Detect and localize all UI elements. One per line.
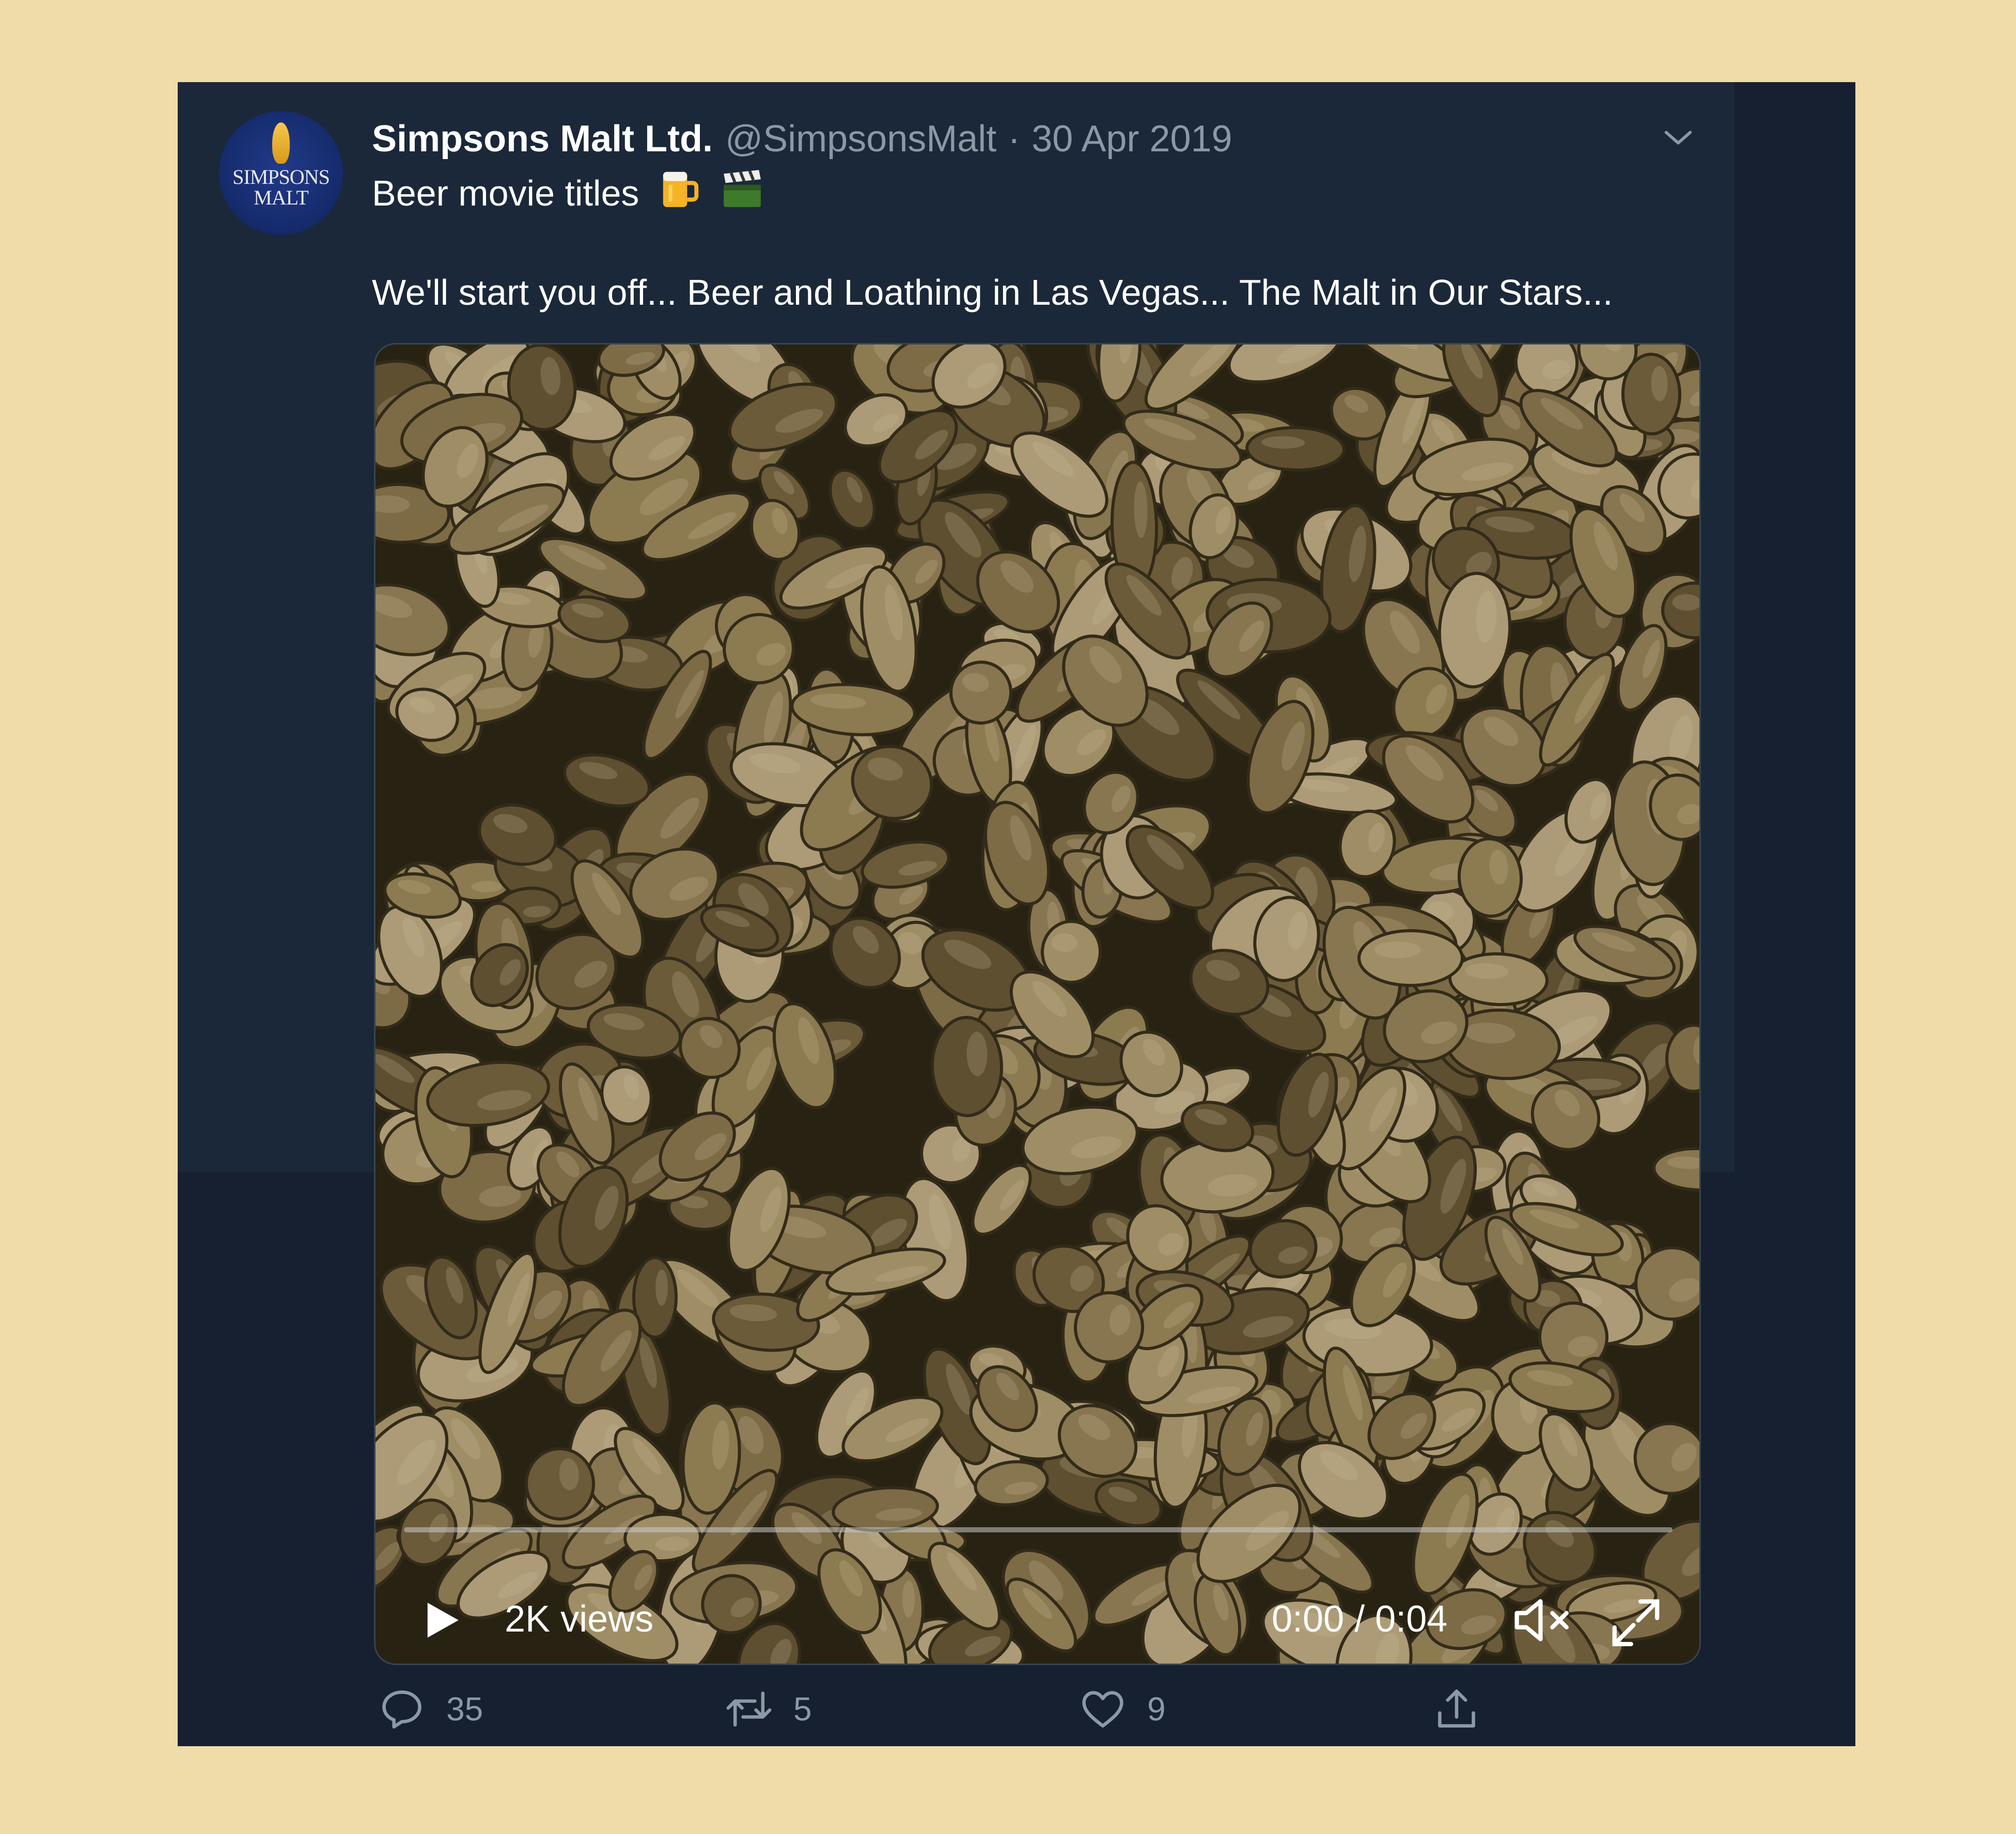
video-time: 0:00 / 0:04 <box>1272 1598 1448 1640</box>
separator-dot: · <box>1008 118 1021 160</box>
reply-count: 35 <box>446 1690 483 1728</box>
tweet-text: Beer movie titles <box>372 173 639 213</box>
tweet-date[interactable]: 30 Apr 2019 <box>1032 118 1232 160</box>
reply-button[interactable]: 35 <box>378 1678 483 1740</box>
like-button[interactable]: 9 <box>1079 1678 1166 1740</box>
retweet-button[interactable]: 5 <box>725 1678 812 1740</box>
tweet-card[interactable]: SIMPSONS MALT Simpsons Malt Ltd. @Simpson… <box>178 82 1855 1746</box>
retweet-icon <box>726 1691 772 1727</box>
view-count: 2K views <box>505 1598 654 1640</box>
mute-icon[interactable] <box>1509 1592 1576 1649</box>
avatar-brand-text: SIMPSONS MALT <box>232 165 330 209</box>
tweet-text-line2: We'll start you off... Beer and Loathing… <box>372 272 1613 312</box>
share-button[interactable] <box>1433 1678 1480 1740</box>
video-progress-bar[interactable] <box>404 1527 1673 1532</box>
tweet-actions: 35 5 9 <box>178 1678 1855 1745</box>
retweet-count: 5 <box>793 1690 812 1728</box>
video-player[interactable]: 2K views 0:00 / 0:04 <box>374 343 1701 1665</box>
avatar[interactable]: SIMPSONS MALT <box>219 111 343 235</box>
fullscreen-icon[interactable] <box>1607 1594 1664 1651</box>
beer-mug-emoji <box>663 171 699 207</box>
author-name[interactable]: Simpsons Malt Ltd. <box>372 118 713 160</box>
flame-logo-icon <box>272 122 290 164</box>
tweet-text-line1: Beer movie titles <box>372 165 764 222</box>
author-handle[interactable]: @SimpsonsMalt <box>725 118 996 160</box>
like-icon <box>1082 1691 1123 1728</box>
chevron-down-icon[interactable] <box>1660 120 1696 156</box>
malt-grain-video-frame <box>376 344 1699 1664</box>
play-icon[interactable] <box>418 1594 464 1646</box>
share-icon <box>1438 1689 1475 1728</box>
reply-icon <box>382 1690 421 1729</box>
page: { "tweet": { "author_name": "Simpsons Ma… <box>0 0 2016 1834</box>
like-count: 9 <box>1147 1690 1166 1728</box>
tweet-header: Simpsons Malt Ltd. @SimpsonsMalt · 30 Apr 2… <box>372 111 1232 167</box>
clapper-board-emoji <box>724 170 761 207</box>
